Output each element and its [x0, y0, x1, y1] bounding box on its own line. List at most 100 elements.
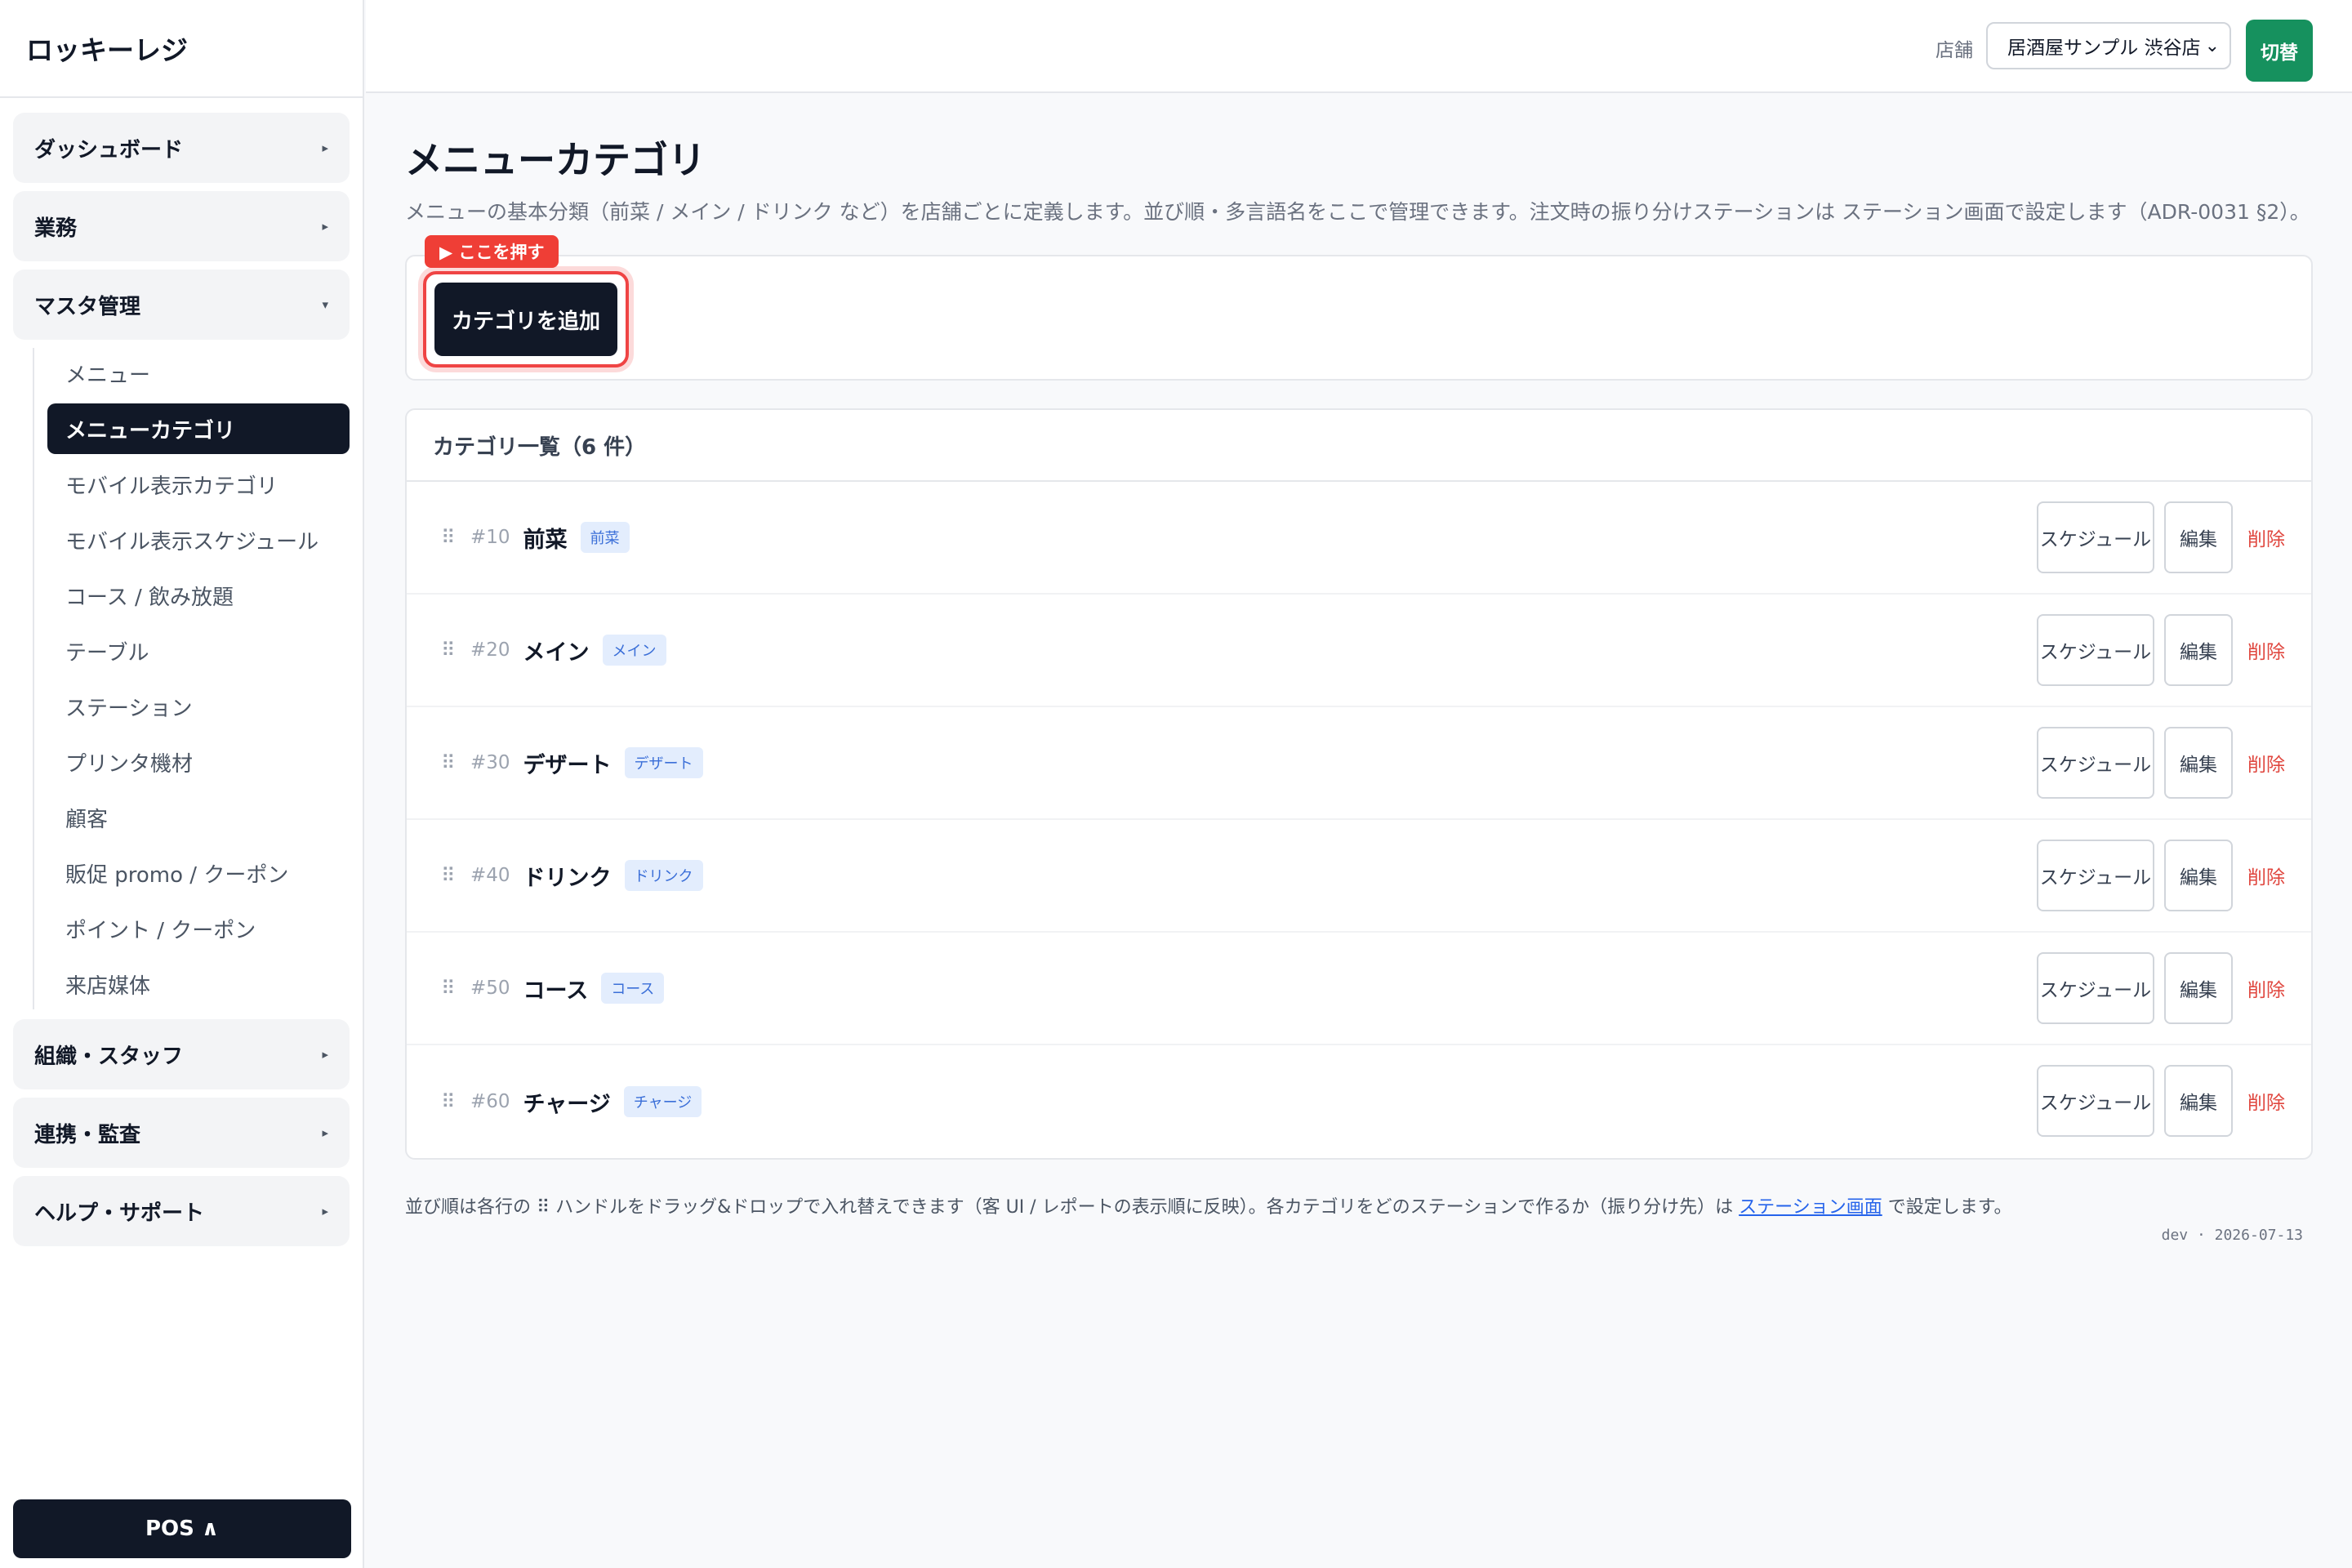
store-switch-button[interactable]: 切替 [2246, 20, 2313, 82]
caret-right-icon: ▸ [322, 1125, 328, 1140]
sidebar-item-table[interactable]: テーブル [47, 626, 350, 676]
category-tag: デザート [624, 747, 703, 778]
footnote-text-end: で設定します。 [1882, 1197, 2012, 1218]
pos-toggle-button[interactable]: POS ∧ [13, 1499, 351, 1558]
sidebar-nav: ダッシュボード ▸ 業務 ▸ マスタ管理 ▾ メニュー メニューカテゴリ モバイ… [0, 98, 363, 1246]
edit-button[interactable]: 編集 [2164, 614, 2233, 686]
nav-group-org-staff[interactable]: 組織・スタッフ ▸ [13, 1019, 350, 1089]
add-category-button[interactable]: カテゴリを追加 [434, 283, 617, 356]
sidebar-item-visit-media[interactable]: 来店媒体 [47, 959, 350, 1009]
main-content: メニューカテゴリ メニューの基本分類（前菜 / メイン / ドリンク など）を店… [405, 131, 2313, 1244]
chevron-down-icon: ⌄ [2204, 35, 2220, 56]
drag-handle-icon[interactable]: ⠿ [441, 751, 470, 774]
category-list: カテゴリ一覧（6 件） ⠿ #10 前菜 前菜 スケジュール 編集 削除 ⠿ #… [405, 408, 2313, 1160]
caret-down-icon: ▾ [322, 297, 328, 312]
footnote-text: 並び順は各行の ⠿ ハンドルをドラッグ&ドロップで入れ替えできます（客 UI /… [405, 1197, 1740, 1218]
category-name: 前菜 [523, 527, 568, 553]
row-actions: スケジュール 編集 削除 [2037, 727, 2287, 799]
edit-button[interactable]: 編集 [2164, 1065, 2233, 1137]
sidebar-item-menu-category[interactable]: メニューカテゴリ [47, 403, 350, 454]
category-tag: ドリンク [624, 860, 703, 891]
master-subnav: メニュー メニューカテゴリ モバイル表示カテゴリ モバイル表示スケジュール コー… [33, 348, 350, 1009]
delete-button[interactable]: 削除 [2246, 636, 2287, 664]
category-code: #50 [470, 978, 510, 999]
category-name: ドリンク [523, 865, 612, 891]
sidebar-item-course[interactable]: コース / 飲み放題 [47, 570, 350, 621]
nav-group-label: 連携・監査 [34, 1122, 141, 1147]
station-screen-link[interactable]: ステーション画面 [1739, 1197, 1882, 1218]
caret-right-icon: ▸ [322, 1204, 328, 1218]
category-code: #20 [470, 639, 510, 661]
row-actions: スケジュール 編集 削除 [2037, 614, 2287, 686]
delete-button[interactable]: 削除 [2246, 974, 2287, 1002]
sidebar-item-printer[interactable]: プリンタ機材 [47, 737, 350, 787]
edit-button[interactable]: 編集 [2164, 501, 2233, 573]
category-code: #30 [470, 752, 510, 773]
page-description: メニューの基本分類（前菜 / メイン / ドリンク など）を店舗ごとに定義します… [405, 200, 2310, 224]
drag-handle-icon[interactable]: ⠿ [441, 977, 470, 1000]
nav-group-operations[interactable]: 業務 ▸ [13, 191, 350, 261]
sidebar-item-points[interactable]: ポイント / クーポン [47, 903, 350, 954]
row-actions: スケジュール 編集 削除 [2037, 1065, 2287, 1137]
drag-handle-icon[interactable]: ⠿ [441, 1090, 470, 1113]
nav-group-dashboard[interactable]: ダッシュボード ▸ [13, 113, 350, 183]
sidebar-item-menu[interactable]: メニュー [47, 348, 350, 399]
action-card: ▶ ここを押す カテゴリを追加 [405, 235, 2313, 381]
nav-group-help[interactable]: ヘルプ・サポート ▸ [13, 1176, 350, 1246]
category-tag: チャージ [623, 1086, 702, 1117]
store-select[interactable]: 居酒屋サンプル 渋谷店 ⌄ [1986, 22, 2231, 69]
delete-button[interactable]: 削除 [2246, 1087, 2287, 1115]
category-name: チャージ [523, 1091, 611, 1117]
page-title: メニューカテゴリ [405, 138, 706, 182]
delete-button[interactable]: 削除 [2246, 749, 2287, 777]
app-brand[interactable]: ロッキーレジ [0, 0, 363, 98]
drag-handle-icon[interactable]: ⠿ [441, 639, 470, 662]
nav-group-label: 業務 [34, 216, 78, 241]
drag-handle-icon[interactable]: ⠿ [441, 526, 470, 549]
edit-button[interactable]: 編集 [2164, 727, 2233, 799]
nav-group-master[interactable]: マスタ管理 ▾ [13, 270, 350, 340]
edit-button[interactable]: 編集 [2164, 952, 2233, 1024]
schedule-button[interactable]: スケジュール [2037, 501, 2154, 573]
category-code: #40 [470, 865, 510, 886]
sidebar-item-mobile-category[interactable]: モバイル表示カテゴリ [47, 459, 350, 510]
category-tag: コース [601, 973, 665, 1004]
schedule-button[interactable]: スケジュール [2037, 952, 2154, 1024]
drag-handle-icon[interactable]: ⠿ [441, 864, 470, 887]
sidebar-item-mobile-schedule[interactable]: モバイル表示スケジュール [47, 514, 350, 565]
schedule-button[interactable]: スケジュール [2037, 727, 2154, 799]
category-row: ⠿ #20 メイン メイン スケジュール 編集 削除 [407, 595, 2311, 707]
category-row: ⠿ #60 チャージ チャージ スケジュール 編集 削除 [407, 1045, 2311, 1158]
category-row: ⠿ #30 デザート デザート スケジュール 編集 削除 [407, 707, 2311, 820]
caret-right-icon: ▸ [322, 219, 328, 234]
category-tag: 前菜 [580, 522, 630, 553]
store-label: 店舗 [1936, 40, 1973, 61]
sidebar-item-promo[interactable]: 販促 promo / クーポン [47, 848, 350, 898]
sidebar-item-station[interactable]: ステーション [47, 681, 350, 732]
category-name: メイン [523, 639, 590, 666]
footnote: 並び順は各行の ⠿ ハンドルをドラッグ&ドロップで入れ替えできます（客 UI /… [405, 1192, 2313, 1218]
category-name: デザート [523, 752, 612, 778]
schedule-button[interactable]: スケジュール [2037, 614, 2154, 686]
schedule-button[interactable]: スケジュール [2037, 840, 2154, 911]
nav-group-label: ヘルプ・サポート [34, 1200, 205, 1226]
delete-button[interactable]: 削除 [2246, 862, 2287, 889]
row-actions: スケジュール 編集 削除 [2037, 840, 2287, 911]
delete-button[interactable]: 削除 [2246, 523, 2287, 551]
nav-group-integration[interactable]: 連携・監査 ▸ [13, 1098, 350, 1168]
schedule-button[interactable]: スケジュール [2037, 1065, 2154, 1137]
category-code: #60 [470, 1091, 510, 1112]
nav-group-label: 組織・スタッフ [34, 1044, 184, 1069]
category-code: #10 [470, 527, 510, 548]
nav-group-label: マスタ管理 [34, 294, 141, 319]
edit-button[interactable]: 編集 [2164, 840, 2233, 911]
hint-badge: ▶ ここを押す [425, 235, 559, 268]
category-row: ⠿ #50 コース コース スケジュール 編集 削除 [407, 933, 2311, 1045]
category-name: コース [523, 978, 589, 1004]
store-select-value: 居酒屋サンプル 渋谷店 [2007, 38, 2201, 59]
nav-group-label: ダッシュボード [34, 137, 184, 163]
sidebar-item-customer[interactable]: 顧客 [47, 792, 350, 843]
caret-right-icon: ▸ [322, 1047, 328, 1062]
build-info: dev · 2026-07-13 [2161, 1227, 2303, 1244]
top-bar: 店舗 居酒屋サンプル 渋谷店 ⌄ 切替 [366, 0, 2352, 93]
